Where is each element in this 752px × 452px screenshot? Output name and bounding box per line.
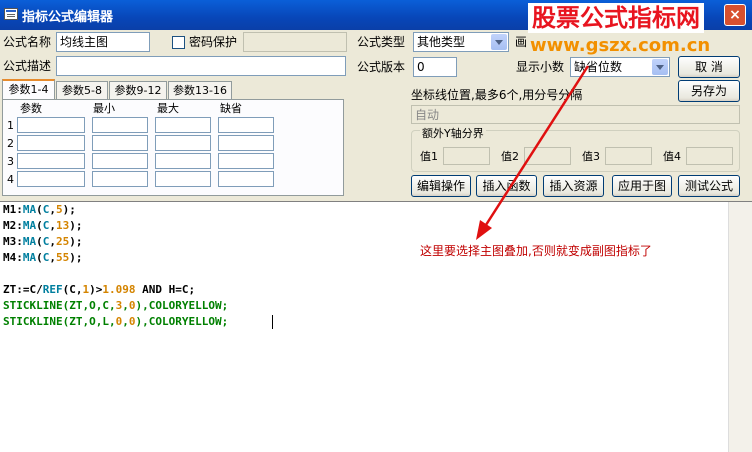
annotation-arrow-icon bbox=[476, 65, 590, 240]
